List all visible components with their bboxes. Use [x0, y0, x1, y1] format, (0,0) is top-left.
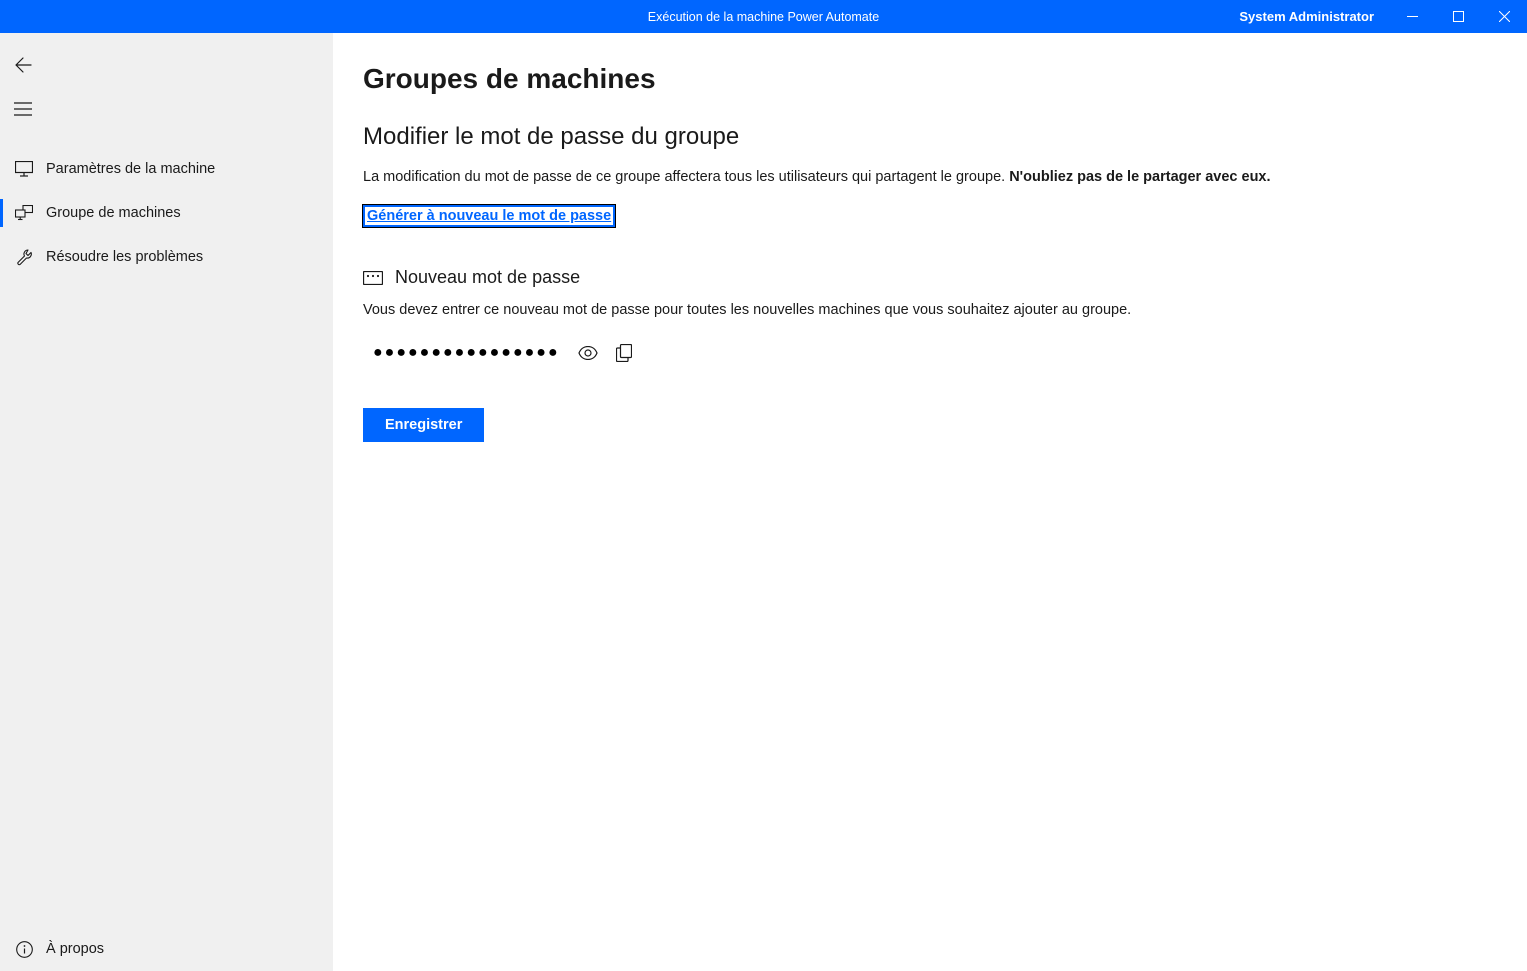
- nav-item-machine-settings[interactable]: Paramètres de la machine: [0, 147, 333, 191]
- copy-password-button[interactable]: [616, 344, 632, 362]
- titlebar-right: System Administrator: [1239, 0, 1527, 33]
- machine-group-icon: [14, 203, 34, 223]
- window-title: Exécution de la machine Power Automate: [648, 10, 879, 24]
- nav-item-label: Résoudre les problèmes: [46, 249, 203, 265]
- current-user: System Administrator: [1239, 9, 1374, 24]
- copy-icon: [616, 344, 632, 362]
- sidebar: Paramètres de la machine Groupe de machi…: [0, 33, 333, 971]
- section-desc-strong: N'oubliez pas de le partager avec eux.: [1009, 169, 1270, 185]
- new-password-label: Nouveau mot de passe: [395, 267, 580, 288]
- back-button[interactable]: [0, 43, 333, 87]
- regenerate-password-link[interactable]: Générer à nouveau le mot de passe: [363, 205, 615, 227]
- password-row: ●●●●●●●●●●●●●●●●: [363, 344, 1497, 362]
- password-value-masked: ●●●●●●●●●●●●●●●●: [363, 344, 560, 362]
- nav-item-troubleshoot[interactable]: Résoudre les problèmes: [0, 235, 333, 279]
- nav-item-label: Paramètres de la machine: [46, 161, 215, 177]
- save-button[interactable]: Enregistrer: [363, 408, 484, 442]
- nav-item-label: À propos: [46, 941, 104, 957]
- section-description: La modification du mot de passe de ce gr…: [363, 169, 1497, 185]
- eye-icon: [578, 346, 598, 360]
- info-icon: [14, 939, 34, 959]
- new-password-header: Nouveau mot de passe: [363, 267, 1497, 288]
- body-area: Paramètres de la machine Groupe de machi…: [0, 33, 1527, 971]
- reveal-password-button[interactable]: [578, 346, 598, 360]
- hamburger-icon: [14, 102, 32, 116]
- page-title: Groupes de machines: [363, 63, 1497, 95]
- hamburger-button[interactable]: [0, 87, 333, 131]
- section-desc-text: La modification du mot de passe de ce gr…: [363, 169, 1009, 185]
- sidebar-bottom: À propos: [0, 927, 333, 971]
- nav-item-label: Groupe de machines: [46, 205, 181, 221]
- monitor-icon: [14, 159, 34, 179]
- section-title: Modifier le mot de passe du groupe: [363, 123, 1497, 151]
- titlebar: Exécution de la machine Power Automate S…: [0, 0, 1527, 33]
- minimize-button[interactable]: [1389, 0, 1435, 33]
- maximize-button[interactable]: [1435, 0, 1481, 33]
- nav-item-machine-group[interactable]: Groupe de machines: [0, 191, 333, 235]
- close-button[interactable]: [1481, 0, 1527, 33]
- password-field-icon: [363, 271, 383, 285]
- wrench-icon: [14, 247, 34, 267]
- sidebar-top: Paramètres de la machine Groupe de machi…: [0, 43, 333, 279]
- main-content: Groupes de machines Modifier le mot de p…: [333, 33, 1527, 971]
- nav-item-about[interactable]: À propos: [0, 927, 333, 971]
- new-password-description: Vous devez entrer ce nouveau mot de pass…: [363, 302, 1497, 318]
- back-arrow-icon: [14, 56, 32, 74]
